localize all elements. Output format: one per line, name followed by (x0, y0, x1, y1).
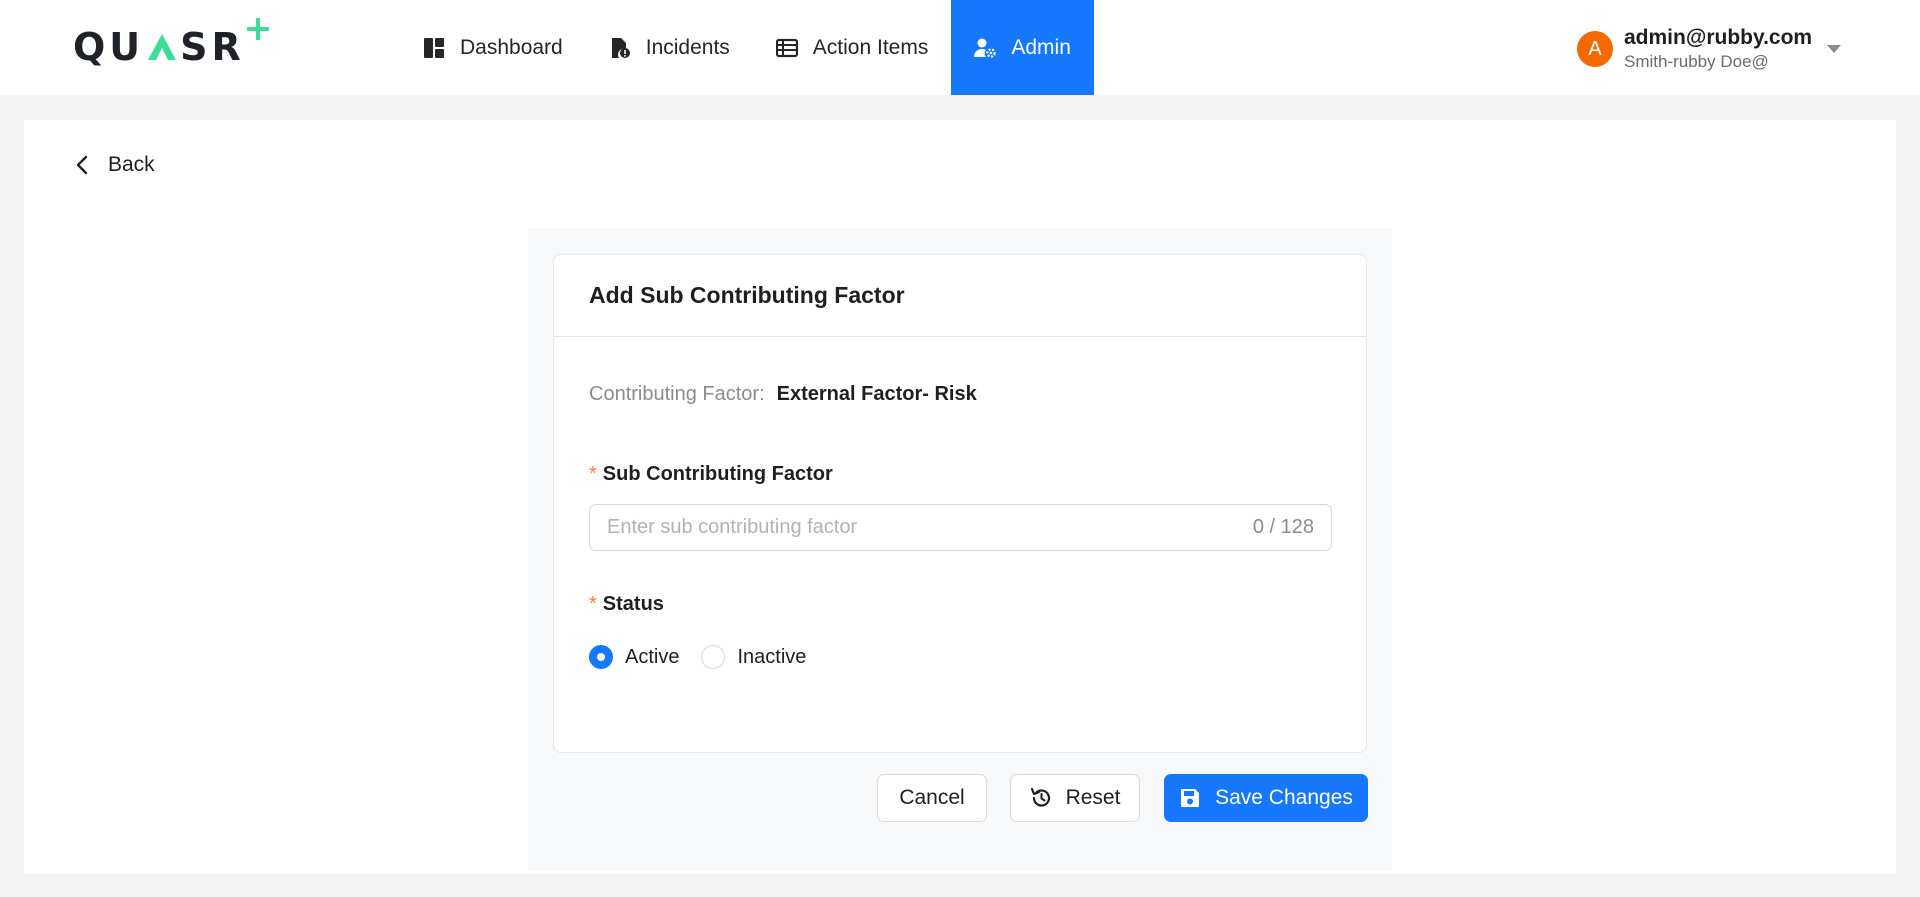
user-info: admin@rubby.com Smith-rubby Doe@ (1624, 25, 1812, 73)
user-email: admin@rubby.com (1624, 26, 1813, 49)
contributing-factor-row: Contributing Factor: External Factor- Ri… (589, 383, 977, 406)
nav-incidents[interactable]: Incidents (586, 0, 753, 95)
floppy-disk-icon (1179, 787, 1201, 809)
sub-factor-label: * Sub Contributing Factor (589, 463, 833, 486)
status-label: * Status (589, 593, 664, 616)
nav-action-items[interactable]: Action Items (753, 0, 952, 95)
logo-triangle-icon (148, 34, 177, 60)
status-radio-active[interactable]: Active (589, 645, 679, 669)
logo-plus-icon (246, 18, 269, 40)
save-changes-button[interactable]: Save Changes (1164, 774, 1368, 822)
user-menu[interactable]: A admin@rubby.com Smith-rubby Doe@ (1577, 24, 1841, 74)
status-label-text: Status (602, 593, 664, 615)
sub-factor-label-text: Sub Contributing Factor (602, 463, 833, 485)
required-mark: * (589, 463, 597, 485)
dashboard-icon (423, 37, 445, 59)
cancel-button[interactable]: Cancel (877, 774, 987, 822)
status-option-label: Active (625, 645, 680, 668)
quasr-logo[interactable]: QU SR (73, 18, 269, 72)
user-name: Smith-rubby Doe@ (1624, 52, 1769, 71)
sub-factor-field[interactable]: 0 / 128 (589, 504, 1332, 551)
status-radio-inactive[interactable]: Inactive (701, 645, 806, 669)
nav-admin[interactable]: Admin (951, 0, 1094, 95)
character-counter: 0 / 128 (1252, 516, 1314, 538)
back-button[interactable]: Back (74, 153, 155, 177)
user-gear-icon (974, 37, 997, 59)
nav-action-items-label: Action Items (812, 35, 929, 59)
nav-dashboard[interactable]: Dashboard (400, 0, 586, 95)
chevron-left-icon (74, 154, 92, 176)
sub-factor-input[interactable] (607, 516, 1253, 539)
main-nav: Dashboard Incidents Action Items Admin (400, 0, 1094, 95)
reset-button[interactable]: Reset (1010, 774, 1140, 822)
table-list-icon (775, 37, 798, 59)
status-radio-group: Active Inactive (589, 645, 828, 669)
avatar: A (1577, 31, 1613, 67)
top-header: QU SR Dashboard Incidents Action Items A… (0, 0, 1920, 95)
form-panel: Add Sub Contributing Factor Contributing… (528, 228, 1392, 870)
nav-dashboard-label: Dashboard (460, 35, 563, 59)
cancel-label: Cancel (899, 786, 965, 809)
radio-checked-icon[interactable] (589, 645, 613, 669)
nav-admin-label: Admin (1011, 35, 1071, 59)
back-label: Back (108, 153, 155, 176)
radio-unchecked-icon[interactable] (701, 645, 726, 669)
status-option-label: Inactive (737, 645, 807, 668)
form-title: Add Sub Contributing Factor (554, 255, 1366, 337)
contributing-factor-label: Contributing Factor: (589, 383, 765, 405)
form-card: Add Sub Contributing Factor Contributing… (553, 254, 1367, 753)
save-changes-label: Save Changes (1215, 786, 1353, 809)
history-icon (1030, 787, 1052, 809)
incident-file-icon (609, 37, 631, 59)
nav-incidents-label: Incidents (645, 35, 730, 59)
required-mark: * (589, 593, 597, 615)
caret-down-icon[interactable] (1827, 45, 1841, 53)
contributing-factor-value: External Factor- Risk (776, 383, 977, 405)
reset-label: Reset (1065, 786, 1121, 809)
main-content: Back Add Sub Contributing Factor Contrib… (24, 120, 1896, 874)
